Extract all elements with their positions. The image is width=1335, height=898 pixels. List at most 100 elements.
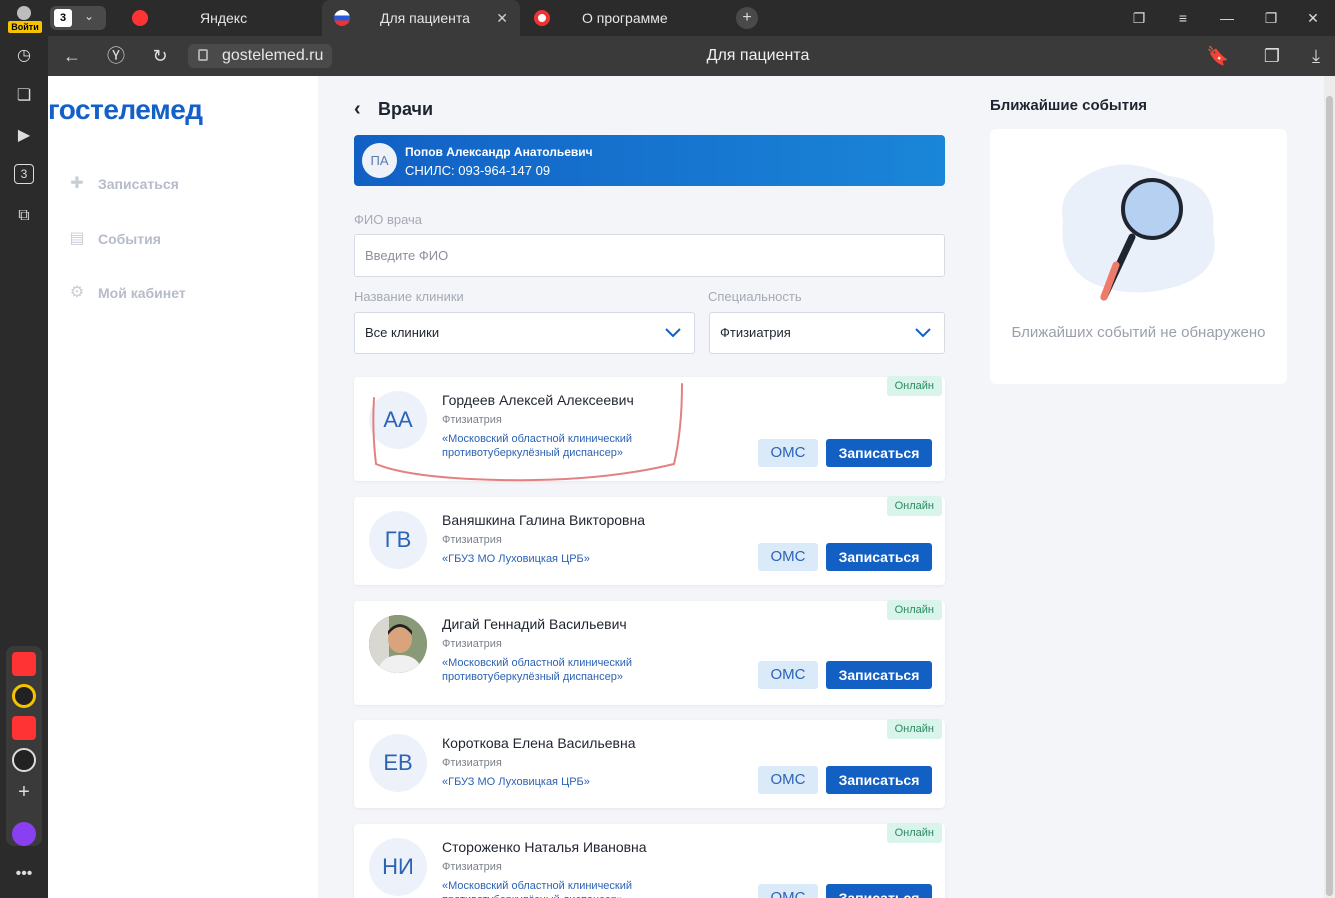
book-button[interactable]: Записаться <box>826 884 932 898</box>
tab-patient[interactable]: Для пациента ✕ <box>322 0 520 36</box>
page-title: Для пациента <box>706 47 810 64</box>
tabs-count-icon[interactable]: 3 <box>14 164 34 184</box>
clipboard-icon: ▤ <box>69 230 85 247</box>
avatar: ЕВ <box>369 734 427 792</box>
status-badge: Онлайн <box>886 719 942 739</box>
oms-badge: ОМС <box>758 766 818 794</box>
yandex-icon[interactable] <box>12 716 36 740</box>
menu-item-label: Записаться <box>98 176 179 192</box>
history-icon[interactable]: ◷ <box>12 44 36 68</box>
gear-icon: ⚙ <box>69 284 85 301</box>
avatar: ГВ <box>369 511 427 569</box>
tab-title: Яндекс <box>200 10 248 26</box>
browser-sidebar: ◷ ❏ ▶ 3 ⧉ + ••• <box>0 36 48 898</box>
market-icon[interactable] <box>12 652 36 676</box>
scrollbar-thumb[interactable] <box>1326 96 1333 896</box>
more-icon[interactable]: ••• <box>12 862 36 886</box>
bookmarks-panel-icon[interactable]: ❐ <box>1124 0 1154 36</box>
minimize-icon[interactable]: — <box>1212 0 1242 36</box>
book-button[interactable]: Записаться <box>826 543 932 571</box>
reload-icon[interactable]: ↻ <box>144 36 176 76</box>
section-title: Врачи <box>378 99 434 119</box>
login-button[interactable]: Войти <box>6 4 42 33</box>
fio-input[interactable]: Введите ФИО <box>354 234 945 277</box>
back-icon[interactable]: ← <box>56 36 88 76</box>
url-text: gostelemed.ru <box>222 47 324 64</box>
url-field[interactable]: gostelemed.ru <box>188 44 332 68</box>
doctor-name[interactable]: Короткова Елена Васильевна <box>442 735 636 751</box>
doctor-clinic[interactable]: «Московский областной клинический против… <box>442 432 672 460</box>
clinic-select[interactable]: Все клиники <box>354 312 695 354</box>
doctor-name[interactable]: Дигай Геннадий Васильевич <box>442 616 627 632</box>
status-badge: Онлайн <box>886 823 942 843</box>
events-empty-text: Ближайших событий не обнаружено <box>1011 324 1266 341</box>
close-icon[interactable]: ✕ <box>496 0 508 36</box>
book-button[interactable]: Записаться <box>826 661 932 689</box>
status-badge: Онлайн <box>886 600 942 620</box>
fio-placeholder: Введите ФИО <box>365 248 449 263</box>
browser-tab-bar: Войти 3 ⌄ Яндекс Для пациента ✕ О програ… <box>0 0 1335 36</box>
chevron-down-icon <box>665 328 681 338</box>
page-scrollbar[interactable] <box>1324 76 1335 898</box>
user-icon <box>17 6 31 20</box>
chevron-left-icon: ‹ <box>354 98 361 120</box>
login-label: Войти <box>8 21 42 33</box>
doctor-clinic[interactable]: «ГБУЗ МО Луховицкая ЦРБ» <box>442 775 672 789</box>
alice-circle-icon[interactable] <box>12 748 36 772</box>
window-close-icon[interactable]: ✕ <box>1298 0 1328 36</box>
doctor-name[interactable]: Ваняшкина Галина Викторовна <box>442 512 645 528</box>
avatar: АА <box>369 391 427 449</box>
patient-snils: СНИЛС: 093-964-147 09 <box>405 163 551 178</box>
fio-label: ФИО врача <box>354 212 423 227</box>
reader-icon[interactable]: ❐ <box>1256 36 1288 76</box>
flag-favicon-icon <box>334 10 350 26</box>
doctor-clinic[interactable]: «ГБУЗ МО Луховицкая ЦРБ» <box>442 552 672 566</box>
page-content: гостелемед ✚ Записаться ▤ События ⚙ Мой … <box>48 76 1324 898</box>
new-tab-button[interactable]: + <box>736 7 758 29</box>
doctor-name[interactable]: Стороженко Наталья Ивановна <box>442 839 647 855</box>
yandex-browser-favicon-icon <box>534 10 550 26</box>
collections-icon[interactable]: ❏ <box>12 84 36 108</box>
status-badge: Онлайн <box>886 376 942 396</box>
doctor-card: Онлайн ЕВ Короткова Елена Васильевна Фти… <box>354 719 945 808</box>
bookmark-icon[interactable]: 🔖 <box>1202 36 1234 76</box>
doctor-specialty: Фтизиатрия <box>442 757 502 769</box>
tab-about[interactable]: О программе <box>522 0 722 36</box>
patient-card: ПА Попов Александр Анатольевич СНИЛС: 09… <box>354 135 945 186</box>
screenshot-icon[interactable]: ⧉ <box>12 204 36 228</box>
events-title: Ближайшие события <box>990 97 1148 114</box>
add-app-icon[interactable]: + <box>12 780 36 804</box>
book-button[interactable]: Записаться <box>826 439 932 467</box>
chevron-down-icon: ⌄ <box>84 9 95 23</box>
logo[interactable]: гостелемед <box>48 94 203 126</box>
restore-icon[interactable]: ❐ <box>1256 0 1286 36</box>
music-icon[interactable] <box>12 684 36 708</box>
yandex-home-icon[interactable]: Ⓨ <box>100 36 132 76</box>
events-card: Ближайших событий не обнаружено <box>990 129 1287 384</box>
clinic-value: Все клиники <box>365 325 440 340</box>
alice-icon[interactable] <box>12 822 36 846</box>
play-icon[interactable]: ▶ <box>12 124 36 148</box>
yandex-favicon-icon <box>132 10 148 26</box>
menu-icon[interactable]: ≡ <box>1168 0 1198 36</box>
doctor-card: Онлайн ГВ Ваняшкина Галина Викторовна Фт… <box>354 496 945 585</box>
doctor-clinic[interactable]: «Московский областной клинический против… <box>442 879 672 898</box>
avatar: ПА <box>362 143 397 178</box>
app-shortcuts: + <box>6 646 42 846</box>
specialty-select[interactable]: Фтизиатрия <box>709 312 945 354</box>
doctor-photo <box>369 615 427 673</box>
oms-badge: ОМС <box>758 884 818 898</box>
doctor-clinic[interactable]: «Московский областной клинический против… <box>442 656 672 684</box>
download-icon[interactable]: ⤓ <box>1300 36 1332 76</box>
oms-badge: ОМС <box>758 661 818 689</box>
doctor-specialty: Фтизиатрия <box>442 861 502 873</box>
tab-yandex[interactable]: Яндекс <box>120 0 320 36</box>
tab-title: О программе <box>582 10 668 26</box>
doctor-card: Онлайн Дигай Геннадий Васильевич Фтизиат… <box>354 600 945 705</box>
doctor-specialty: Фтизиатрия <box>442 534 502 546</box>
book-button[interactable]: Записаться <box>826 766 932 794</box>
app-sidebar: гостелемед ✚ Записаться ▤ События ⚙ Мой … <box>48 76 318 898</box>
doctor-name[interactable]: Гордеев Алексей Алексеевич <box>442 392 634 408</box>
tab-count-button[interactable]: 3 ⌄ <box>50 6 106 30</box>
tab-title: Для пациента <box>380 10 470 26</box>
